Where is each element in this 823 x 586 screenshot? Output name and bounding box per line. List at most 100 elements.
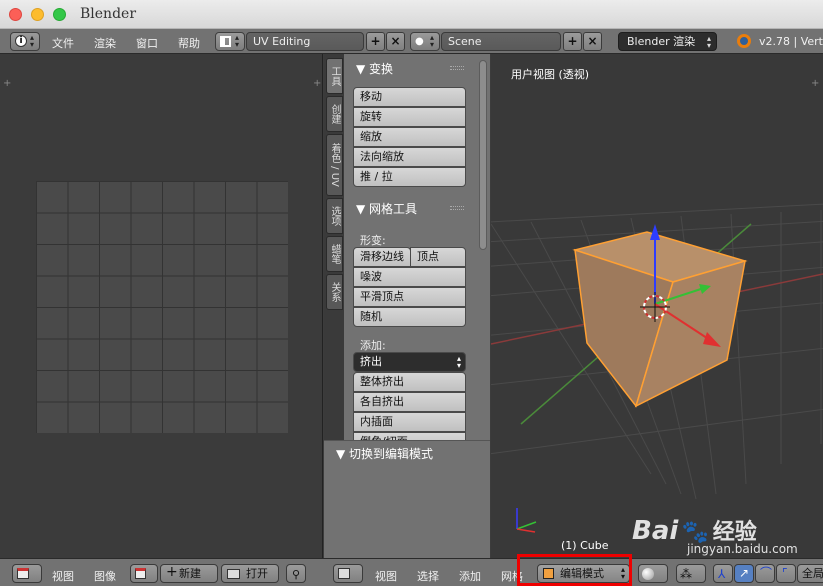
mesh-tools-panel-header[interactable]: ▼ 网格工具 (356, 200, 417, 217)
move-button[interactable]: 移动 (353, 87, 466, 107)
scrollbar-thumb[interactable] (479, 60, 487, 250)
uv-grid[interactable] (36, 181, 288, 433)
menu-help[interactable]: 帮助 (178, 35, 200, 51)
window-title: Blender (80, 6, 137, 22)
axis-orientation-gizmo (516, 508, 537, 533)
extrude-dropdown[interactable]: 挤出 ▴ ▾ (353, 352, 466, 372)
add-label: 添加: (360, 339, 386, 352)
slide-edge-button[interactable]: 滑移边线 (353, 247, 411, 267)
tab-create[interactable]: 创建 (326, 96, 343, 132)
uv-image-editor[interactable]: + + (0, 54, 323, 558)
active-object-label: (1) Cube (561, 539, 609, 552)
3d-viewport[interactable]: + 用户视图 (透视) (1) Cube (491, 54, 823, 558)
delete-layout-x-icon[interactable]: × (386, 32, 405, 51)
layout-name-field[interactable]: UV Editing (246, 32, 364, 51)
menu-file[interactable]: 文件 (52, 35, 74, 51)
delete-scene-x-icon[interactable]: × (583, 32, 602, 51)
image-editor-icon (17, 568, 29, 579)
region-expand-plus-icon[interactable]: + (811, 78, 819, 89)
updown-arrows-icon: ▴ ▾ (706, 34, 711, 50)
smooth-vertex-button[interactable]: 平滑顶点 (353, 287, 466, 307)
push-pull-button[interactable]: 推 / 拉 (353, 167, 466, 187)
transform-orientation-select[interactable]: 全局 (797, 564, 823, 583)
info-header: i ▴ ▾ 文件 渲染 窗口 帮助 ▴ ▾ UV Editing + × ● ▴ ▾ … (0, 29, 823, 54)
tab-relations[interactable]: 关系 (326, 274, 343, 310)
new-image-button[interactable]: + 新建 (160, 564, 218, 583)
randomize-button[interactable]: 随机 (353, 307, 466, 327)
3d-menu-select[interactable]: 选择 (417, 568, 439, 584)
transform-panel-header[interactable]: ▼ 变换 (356, 60, 393, 77)
operator-panel-header[interactable]: ▼ 切换到编辑模式 (336, 445, 433, 462)
scale-button[interactable]: 缩放 (353, 127, 466, 147)
image-browse-button[interactable] (130, 564, 158, 583)
zoom-window-button[interactable] (53, 8, 66, 21)
3d-menu-view[interactable]: 视图 (375, 568, 397, 584)
plus-icon: + (166, 564, 178, 580)
tab-options[interactable]: 选项 (326, 198, 343, 234)
add-layout-plus-icon[interactable]: + (366, 32, 385, 51)
rotate-button[interactable]: 旋转 (353, 107, 466, 127)
inset-faces-button[interactable]: 内插面 (353, 412, 466, 432)
open-image-button[interactable]: 打开 (221, 564, 279, 583)
menu-render[interactable]: 渲染 (94, 35, 116, 51)
pivot-point-select[interactable]: ⁂ (676, 564, 706, 583)
3d-menu-add[interactable]: 添加 (459, 568, 481, 584)
viewport-label: 用户视图 (透视) (511, 68, 590, 81)
tab-shading-uv[interactable]: 着色 / UV (326, 134, 343, 196)
region-expand-plus-icon[interactable]: + (3, 78, 11, 89)
render-engine-label: Blender 渲染 (627, 35, 696, 48)
viewport-shading-select[interactable] (638, 564, 668, 583)
window-titlebar: Blender (0, 0, 823, 29)
tab-grease-pencil[interactable]: 蜡笔 (326, 236, 343, 272)
baidu-brand-text: Bai (632, 516, 679, 546)
editor-headers: 视图 图像 + 新建 打开 ⚲ 视图 选择 添加 网格 编辑模式 ▴ ▾ ⁂ ⅄ … (0, 558, 823, 586)
pivot-icon: ⁂ (680, 567, 692, 581)
panel-drag-handle[interactable] (450, 66, 464, 70)
updown-arrows-icon: ▴ ▾ (30, 33, 35, 49)
highlight-box (517, 554, 632, 586)
uv-editor-type-button[interactable] (12, 564, 42, 583)
normal-scale-button[interactable]: 法向缩放 (353, 147, 466, 167)
layout-select-button[interactable]: ▴ ▾ (215, 32, 245, 51)
uv-menu-image[interactable]: 图像 (94, 568, 116, 584)
updown-arrows-icon: ▴ ▾ (456, 354, 461, 370)
updown-arrows-icon: ▴ ▾ (235, 33, 240, 49)
manipulator-toggle[interactable]: ⅄ (713, 564, 733, 583)
extrude-region-button[interactable]: 整体挤出 (353, 372, 466, 392)
cube-view-icon (338, 568, 350, 579)
scale-icon: ⌜ (782, 566, 788, 580)
render-engine-select[interactable]: Blender 渲染 ▴ ▾ (618, 32, 717, 51)
tab-tools[interactable]: 工具 (326, 58, 343, 94)
extrude-individual-button[interactable]: 各自挤出 (353, 392, 466, 412)
viewport-scene (491, 203, 823, 533)
updown-arrows-icon: ▴ ▾ (430, 33, 435, 49)
close-window-button[interactable] (9, 8, 22, 21)
editor-type-info-button[interactable]: i ▴ ▾ (10, 32, 40, 51)
solid-sphere-icon (642, 568, 654, 580)
layout-grid-icon (220, 36, 231, 47)
uv-menu-view[interactable]: 视图 (52, 568, 74, 584)
scene-select-button[interactable]: ● ▴ ▾ (410, 32, 440, 51)
folder-icon (227, 569, 240, 579)
minimize-window-button[interactable] (31, 8, 44, 21)
new-image-label: 新建 (179, 567, 201, 580)
jingyan-url: jingyan.baidu.com (687, 542, 798, 556)
manipulator-axes-icon: ⅄ (718, 567, 726, 581)
panel-drag-handle[interactable] (450, 206, 464, 210)
add-scene-plus-icon[interactable]: + (563, 32, 582, 51)
noise-button[interactable]: 噪波 (353, 267, 466, 287)
info-icon: i (15, 35, 27, 47)
pin-image-button[interactable]: ⚲ (286, 564, 306, 583)
rotate-manipulator-toggle[interactable]: ⌒ (755, 564, 775, 583)
slide-vertex-button[interactable]: 顶点 (410, 247, 466, 267)
bevel-button[interactable]: 倒角/切面 (353, 432, 466, 440)
bevel-button-clip: 倒角/切面 (353, 432, 466, 440)
scene-name-field[interactable]: Scene (441, 32, 561, 51)
pin-icon: ⚲ (292, 568, 301, 581)
region-expand-plus-icon[interactable]: + (313, 78, 321, 89)
translate-manipulator-toggle[interactable]: ↗ (734, 564, 754, 583)
3d-view-type-button[interactable] (333, 564, 363, 583)
menu-window[interactable]: 窗口 (136, 35, 158, 51)
tool-shelf-scrollbar[interactable] (476, 54, 490, 440)
scale-manipulator-toggle[interactable]: ⌜ (776, 564, 796, 583)
